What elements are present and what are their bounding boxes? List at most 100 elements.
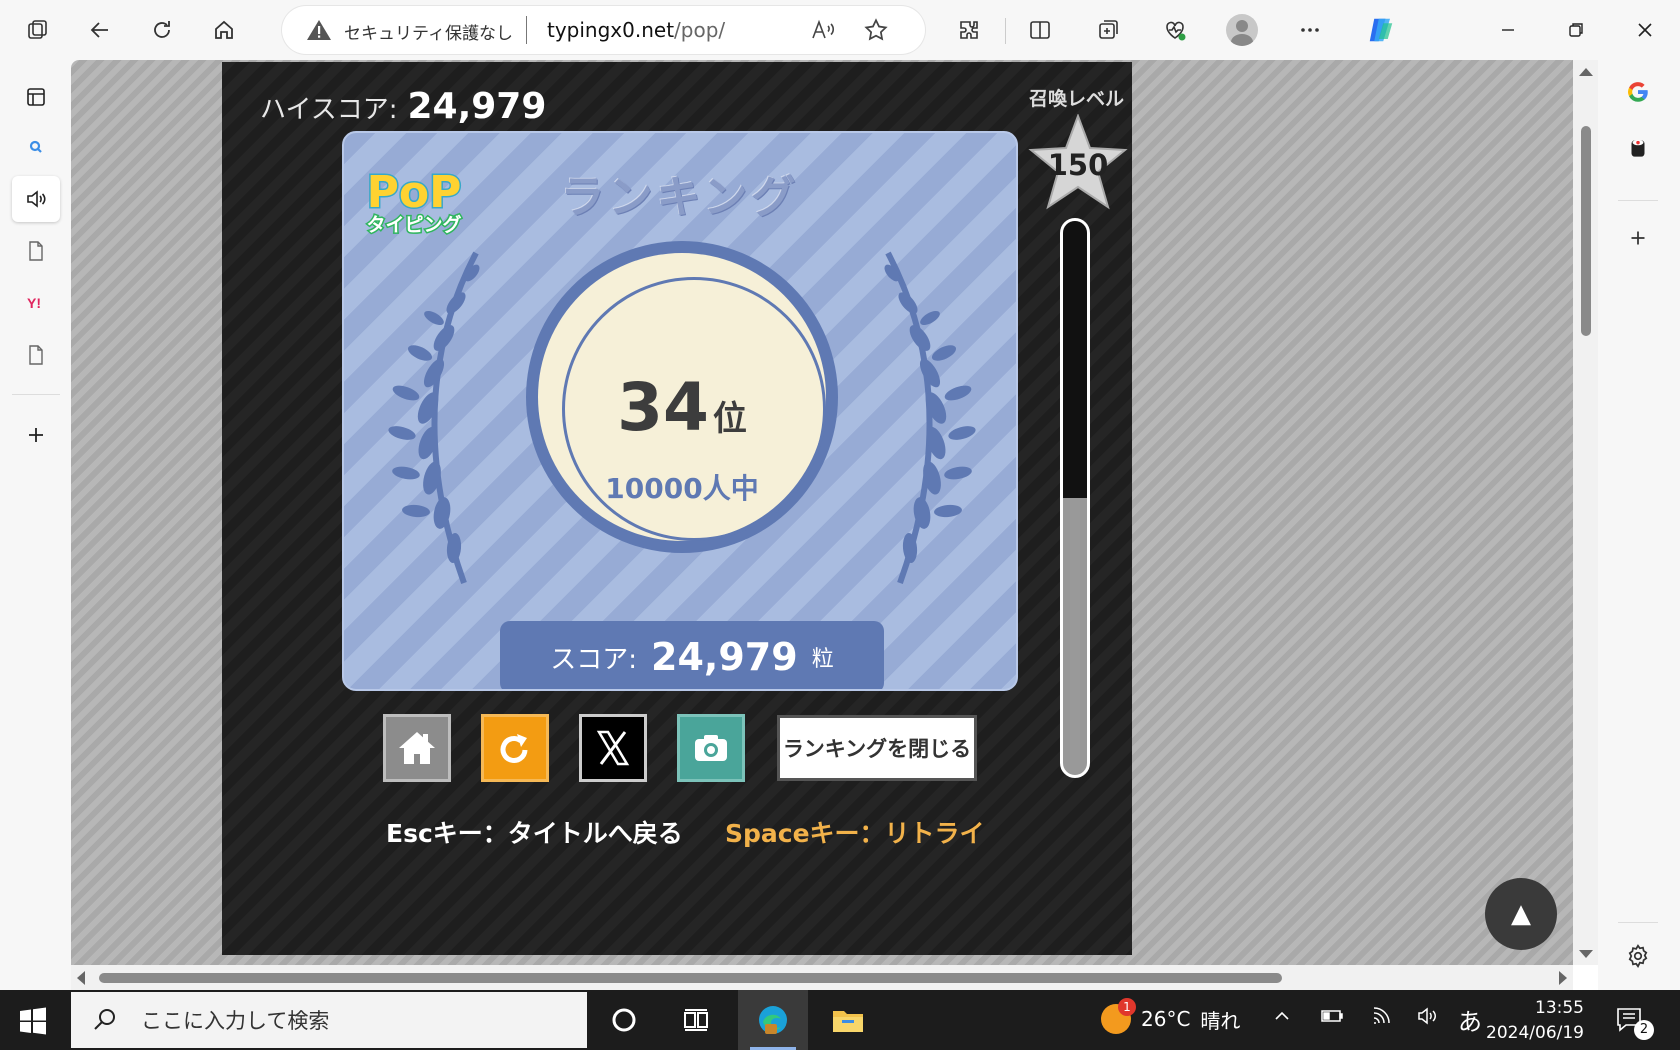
rank-total: 10000人中 — [605, 472, 759, 505]
highscore: ハイスコア: 24,979 — [260, 86, 546, 127]
more-menu-icon[interactable] — [1290, 10, 1330, 50]
highscore-label: ハイスコア: — [260, 95, 398, 125]
copilot-icon[interactable] — [1361, 10, 1401, 50]
vertical-scroll-thumb[interactable] — [1581, 126, 1591, 336]
right-sidebar-divider-2 — [1618, 922, 1658, 923]
rank-suffix: 位 — [712, 399, 747, 439]
search-icon — [94, 1009, 115, 1030]
document-icon-2[interactable] — [12, 332, 60, 378]
browser-toolbar: セキュリティ保護なし typingx0.net/pop/ — [0, 0, 1680, 60]
taskbar-search-placeholder: ここに入力して検索 — [141, 1009, 330, 1033]
windows-start-icon[interactable] — [18, 1006, 48, 1036]
svg-text:Y!: Y! — [27, 295, 41, 311]
summon-level-label: 召喚レベル — [1029, 88, 1125, 110]
workspaces-icon[interactable] — [18, 10, 58, 50]
scroll-left-arrow[interactable] — [77, 971, 85, 985]
close-window-icon[interactable] — [1625, 10, 1665, 50]
read-aloud-icon[interactable] — [809, 16, 837, 44]
add-icon[interactable] — [12, 412, 60, 458]
vertical-scrollbar[interactable] — [1573, 60, 1598, 965]
left-sidebar: Y! — [0, 60, 71, 990]
security-status[interactable]: セキュリティ保護なし — [344, 19, 513, 44]
add-sidebar-app-icon[interactable] — [1618, 218, 1658, 258]
right-sidebar-divider — [1618, 200, 1658, 201]
favorite-star-icon[interactable] — [863, 17, 889, 43]
cortana-icon[interactable] — [604, 1000, 644, 1040]
highscore-value: 24,979 — [407, 86, 547, 127]
score-box: スコア: 24,979 粒 — [500, 621, 884, 689]
address-bar[interactable]: セキュリティ保護なし typingx0.net/pop/ — [282, 6, 925, 54]
laurel-left-icon — [388, 251, 480, 585]
laurel-right-icon — [884, 251, 976, 585]
split-screen-icon[interactable] — [1020, 10, 1060, 50]
file-explorer-icon[interactable] — [828, 1000, 868, 1040]
extensions-icon[interactable] — [949, 10, 989, 50]
close-ranking-button[interactable]: ランキングを閉じる — [777, 715, 977, 781]
rank-display: 34 位 — [538, 369, 826, 446]
camera-icon — [695, 735, 727, 761]
ranking-panel: PoP タイピング ランキング 34 位 10000人中 スコア: 24,979… — [342, 131, 1018, 691]
weather-condition: 晴れ — [1200, 1008, 1241, 1033]
minimize-icon[interactable] — [1488, 10, 1528, 50]
browser-essentials-icon[interactable] — [1155, 10, 1195, 50]
home-button[interactable] — [383, 714, 451, 782]
url-text[interactable]: typingx0.net/pop/ — [547, 18, 725, 42]
google-icon[interactable] — [1618, 72, 1658, 112]
score-unit: 粒 — [811, 647, 834, 672]
show-hidden-icons-chevron-icon[interactable] — [1272, 1006, 1292, 1031]
notification-center-icon[interactable]: 2 — [1614, 1004, 1654, 1040]
medal-face: 34 位 10000人中 — [538, 253, 826, 541]
restore-icon[interactable] — [1556, 10, 1596, 50]
search-icon[interactable] — [12, 124, 60, 170]
rank-number: 34 — [617, 369, 709, 446]
scroll-to-top-button[interactable]: ▲ — [1485, 878, 1557, 950]
rank-medal: 34 位 10000人中 — [526, 241, 838, 553]
weather-temperature: 26°C — [1141, 1007, 1191, 1031]
address-divider — [526, 16, 527, 44]
score-label: スコア: — [550, 644, 638, 675]
battery-icon[interactable] — [1320, 1006, 1344, 1031]
horizontal-scrollbar[interactable] — [71, 965, 1573, 990]
yahoo-icon[interactable]: Y! — [12, 280, 60, 326]
retry-icon — [500, 734, 528, 763]
sushi-extension-icon[interactable] — [1618, 128, 1658, 168]
profile-avatar[interactable] — [1222, 10, 1262, 50]
sidebar-item-audio[interactable] — [12, 176, 60, 222]
scroll-up-arrow[interactable] — [1579, 68, 1593, 76]
refresh-icon[interactable] — [142, 10, 182, 50]
horizontal-scroll-thumb[interactable] — [99, 973, 1282, 983]
score-value: 24,979 — [651, 635, 798, 679]
clock-date: 2024/06/19 — [1486, 1023, 1584, 1043]
screenshot-button[interactable] — [677, 714, 745, 782]
task-view-icon[interactable] — [676, 1000, 716, 1040]
sidebar-divider — [12, 394, 60, 395]
windows-taskbar: ここに入力して検索 1 26°C 晴れ あ 13:55 2024/06/19 2 — [0, 990, 1680, 1050]
weather-badge: 1 — [1118, 998, 1136, 1016]
taskbar-edge-icon[interactable] — [738, 990, 808, 1050]
volume-icon[interactable] — [1416, 1006, 1438, 1031]
ime-indicator[interactable]: あ — [1458, 1002, 1482, 1037]
speaker-icon — [27, 190, 46, 208]
esc-key-hint: Escキー：タイトルへ戻る — [386, 819, 683, 848]
settings-gear-icon[interactable] — [1618, 936, 1658, 976]
weather-sun-icon: 1 — [1101, 998, 1136, 1034]
toolbar-divider — [1005, 18, 1006, 44]
home-icon[interactable] — [204, 10, 244, 50]
scroll-right-arrow[interactable] — [1559, 971, 1567, 985]
share-x-button[interactable] — [579, 714, 647, 782]
taskbar-clock[interactable]: 13:55 2024/06/19 — [1484, 996, 1584, 1046]
taskbar-search-box[interactable]: ここに入力して検索 — [71, 992, 587, 1048]
summon-level-value: 150 — [1047, 148, 1109, 182]
retry-button[interactable] — [481, 714, 549, 782]
weather-widget[interactable]: 1 26°C 晴れ — [1101, 998, 1241, 1034]
page-background: ハイスコア: 24,979 PoP タイピング ランキング 34 位 10000… — [71, 60, 1573, 965]
wifi-icon[interactable] — [1372, 1006, 1394, 1031]
right-sidebar — [1598, 60, 1680, 990]
collections-icon[interactable] — [1088, 10, 1128, 50]
document-icon[interactable] — [12, 228, 60, 274]
scroll-down-arrow[interactable] — [1579, 950, 1593, 958]
vertical-tabs-icon[interactable] — [12, 74, 60, 120]
house-icon — [399, 732, 435, 764]
warning-icon[interactable] — [306, 18, 332, 42]
back-icon[interactable] — [80, 10, 120, 50]
